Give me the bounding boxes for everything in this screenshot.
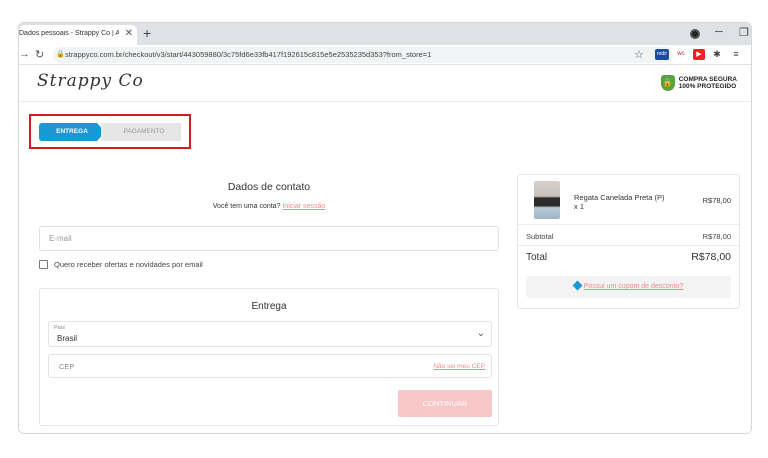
forward-icon[interactable]: → xyxy=(19,48,30,60)
browser-tab[interactable]: Dados pessoais - Strappy Co | A ✕ xyxy=(19,25,137,45)
delivery-title: Entrega xyxy=(251,301,287,312)
reload-icon[interactable]: ↻ xyxy=(35,48,44,61)
close-icon[interactable]: ✕ xyxy=(125,28,133,39)
country-select[interactable]: País Brasil ⌄ xyxy=(48,321,492,347)
browser-window: Dados pessoais - Strappy Co | A ✕ + ─ ❐ … xyxy=(18,22,752,434)
minimize-icon[interactable]: ─ xyxy=(715,26,723,38)
product-name: Regata Canelada Preta (P) xyxy=(574,193,665,202)
total-label: Total xyxy=(526,252,548,263)
delivery-card: Entrega País Brasil ⌄ CEP Não sei meu CE… xyxy=(39,288,499,426)
youtube-extension-icon[interactable]: ▶ xyxy=(693,49,705,60)
shield-icon: 🔒 xyxy=(660,75,675,91)
browser-toolbar: → ↻ 🔒 strappyco.com.br/checkout/v3/start… xyxy=(19,45,751,65)
tag-icon xyxy=(572,280,583,291)
account-prompt: Você tem uma conta? Iniciar sessão xyxy=(39,203,499,210)
country-label: País xyxy=(54,325,66,331)
restore-icon[interactable]: ❐ xyxy=(739,26,749,39)
lock-icon: 🔒 xyxy=(56,51,65,58)
reading-list-icon[interactable]: ≡ xyxy=(729,49,743,60)
contact-title: Dados de contato xyxy=(227,181,311,193)
summary-divider xyxy=(518,245,739,246)
secure-badge: 🔒 COMPRA SEGURA 100% PROTEGIDO xyxy=(660,75,737,91)
total-value: R$78,00 xyxy=(691,251,731,263)
step-entrega[interactable]: ENTREGA xyxy=(39,123,105,141)
order-summary: Regata Canelada Preta (P) x 1 R$78,00 Su… xyxy=(517,174,740,309)
continue-button[interactable]: CONTINUAR xyxy=(398,390,492,417)
product-row: Regata Canelada Preta (P) x 1 R$78,00 xyxy=(518,175,739,225)
url-text: strappyco.com.br/checkout/v3/start/44305… xyxy=(65,50,432,59)
product-price: R$78,00 xyxy=(702,196,731,205)
redir-extension-icon[interactable]: redir xyxy=(655,49,669,60)
bookmark-star-icon[interactable]: ☆ xyxy=(634,48,644,61)
product-image xyxy=(534,181,560,219)
cep-placeholder: CEP xyxy=(59,362,75,371)
address-bar[interactable]: 🔒 strappyco.com.br/checkout/v3/start/443… xyxy=(53,47,673,63)
new-tab-icon[interactable]: + xyxy=(143,25,151,41)
tab-strip: Dados pessoais - Strappy Co | A ✕ + ─ ❐ xyxy=(19,23,751,45)
newsletter-checkbox[interactable] xyxy=(39,260,48,269)
wc-extension-icon[interactable]: wc xyxy=(675,49,687,60)
chevron-down-icon: ⌄ xyxy=(476,328,485,339)
subtotal-value: R$78,00 xyxy=(702,232,731,241)
coupon-link[interactable]: Possui um cupom de desconto? xyxy=(584,283,684,290)
unknown-cep-link[interactable]: Não sei meu CEP xyxy=(433,363,485,370)
step-pagamento: PAGAMENTO xyxy=(101,123,181,141)
store-logo[interactable]: Strappy Co xyxy=(37,71,144,91)
product-info: Regata Canelada Preta (P) x 1 xyxy=(574,193,684,211)
newsletter-label: Quero receber ofertas e novidades por em… xyxy=(54,260,203,269)
checkout-page: Strappy Co 🔒 COMPRA SEGURA 100% PROTEGID… xyxy=(19,66,751,433)
extensions-puzzle-icon[interactable]: ✱ xyxy=(711,49,723,60)
product-quantity: x 1 xyxy=(574,202,585,211)
subtotal-label: Subtotal xyxy=(526,232,554,241)
tab-title: Dados pessoais - Strappy Co | A xyxy=(19,30,119,37)
account-question: Você tem uma conta? xyxy=(212,203,281,210)
secure-line-2: 100% PROTEGIDO xyxy=(678,83,737,90)
site-header: Strappy Co 🔒 COMPRA SEGURA 100% PROTEGID… xyxy=(19,66,751,102)
profile-icon[interactable] xyxy=(690,29,700,39)
login-link[interactable]: Iniciar sessão xyxy=(282,203,325,210)
secure-line-1: COMPRA SEGURA xyxy=(678,75,737,83)
email-field[interactable]: E-mail xyxy=(39,226,499,251)
coupon-button[interactable]: Possui um cupom de desconto? xyxy=(526,276,731,298)
checkout-steps: ENTREGA PAGAMENTO xyxy=(29,114,191,149)
cep-field[interactable]: CEP Não sei meu CEP xyxy=(48,354,492,378)
country-value: Brasil xyxy=(57,334,78,343)
